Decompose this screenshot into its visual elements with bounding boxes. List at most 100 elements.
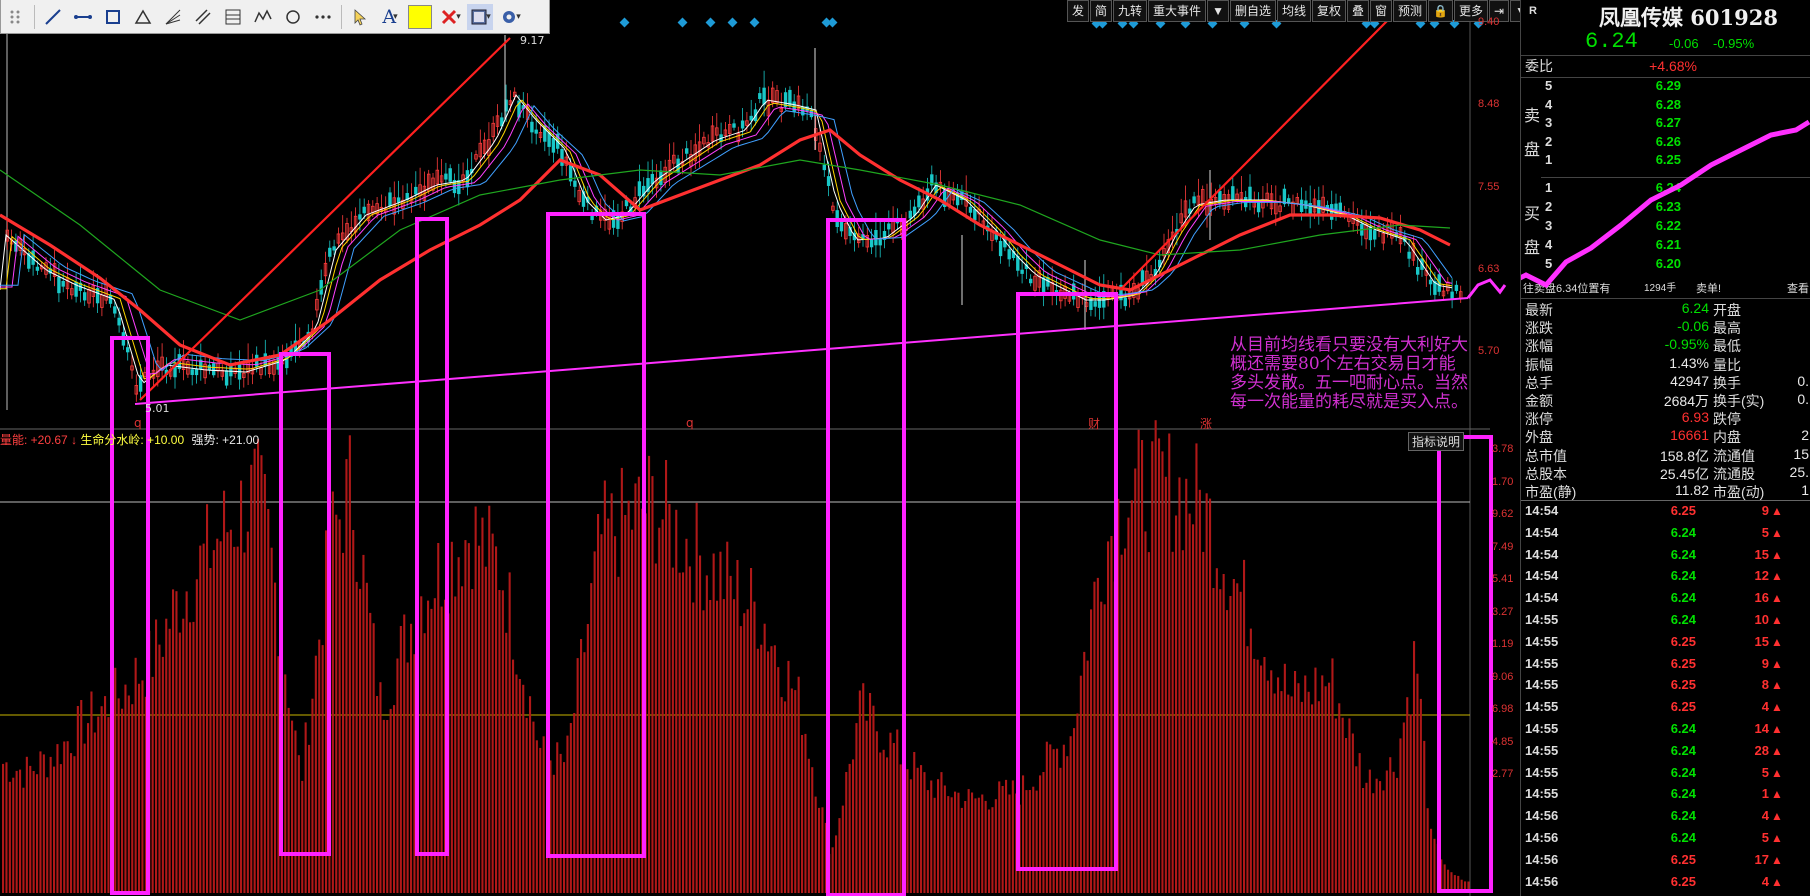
- grip-icon[interactable]: [3, 4, 29, 30]
- indicator-tick-label: 3.27: [1492, 605, 1514, 618]
- big-order-notice: 往卖盘6.34位置有 1294手 卖单! 查看: [1521, 280, 1810, 299]
- up-arrow-icon: ▲: [1771, 656, 1783, 671]
- menu-item-3[interactable]: 重大事件: [1148, 0, 1207, 22]
- stat-value: 6.24: [1681, 300, 1709, 316]
- up-arrow-icon: ▲: [1771, 765, 1783, 780]
- triangle-icon[interactable]: [130, 4, 156, 30]
- menu-item-11[interactable]: 🔒: [1428, 0, 1453, 22]
- ask-price: 6.26: [1655, 133, 1681, 149]
- tick-row: 14:54 6.25 9 ▲: [1521, 501, 1810, 521]
- indicator-header: 量能: +20.67 ↓ 生命分水岭: +10.00 强势: +21.00: [0, 431, 259, 448]
- menu-item-7[interactable]: 复权: [1311, 0, 1346, 22]
- notice-volume: 1294手: [1644, 283, 1677, 294]
- tick-price: 6.24: [1670, 808, 1696, 824]
- tick-price: 6.25: [1670, 851, 1696, 867]
- text-icon[interactable]: A ▾: [377, 4, 403, 30]
- tick-time: 14:54: [1525, 568, 1559, 584]
- ask-level: 3: [1545, 115, 1553, 130]
- wave-icon[interactable]: [250, 4, 276, 30]
- menu-item-5[interactable]: 删自选: [1229, 0, 1276, 22]
- ask-level: 1: [1545, 152, 1553, 167]
- indicator-bars: [2, 420, 1470, 893]
- tick-time: 14:54: [1525, 590, 1559, 606]
- indicator-help-button[interactable]: 指标说明: [1408, 432, 1465, 451]
- indicator-tick-label: 9.62: [1492, 508, 1514, 520]
- annotation-text[interactable]: 从目前均线看只要没有大利好大概还需要80个左右交易日才能多头发散。五一吧耐心点。…: [1230, 336, 1470, 412]
- highlight-box-7[interactable]: [1437, 435, 1493, 893]
- delete-icon[interactable]: ▾: [437, 4, 463, 30]
- tick-row: 14:55 6.25 15 ▲: [1521, 632, 1810, 652]
- more-icon[interactable]: [310, 4, 336, 30]
- menu-item-10[interactable]: 预测: [1393, 0, 1428, 22]
- menu-item-1[interactable]: 简: [1090, 0, 1113, 22]
- indicator-tick-label: 9.06: [1492, 670, 1514, 683]
- line-icon[interactable]: [40, 4, 66, 30]
- menu-item-6[interactable]: 均线: [1276, 0, 1311, 22]
- tick-row: 14:55 6.24 1 ▲: [1521, 784, 1810, 804]
- weibi-row: 委比 +4.68%: [1521, 57, 1810, 78]
- last-price: 6.24: [1585, 29, 1638, 54]
- stat-label: 涨停: [1525, 411, 1553, 428]
- menu-item-0[interactable]: 发: [1067, 0, 1090, 22]
- menu-item-8[interactable]: 叠: [1347, 0, 1370, 22]
- fibonacci-icon[interactable]: [220, 4, 246, 30]
- tick-price: 6.25: [1670, 655, 1696, 671]
- up-arrow-icon: ▲: [1771, 809, 1783, 824]
- quote-header: R 凤凰传媒 601928 6.24 -0.06 -0.95%: [1521, 0, 1810, 56]
- up-arrow-icon: ▲: [1771, 591, 1783, 606]
- ask-price: 6.27: [1655, 115, 1681, 130]
- menu-item-9[interactable]: 窗: [1370, 0, 1393, 22]
- tick-price: 6.24: [1670, 764, 1696, 780]
- bid-price: 6.23: [1655, 199, 1681, 214]
- tick-row: 14:55 6.25 9 ▲: [1521, 654, 1810, 674]
- trend-line-2[interactable]: [1119, 17, 1391, 291]
- yellow-color: [408, 4, 432, 29]
- stat-value-2: 0.: [1797, 391, 1809, 407]
- menu-item-4[interactable]: ▼: [1207, 0, 1229, 22]
- stat-value-2: 2: [1801, 427, 1809, 444]
- tick-row: 14:56 6.24 4 ▲: [1521, 806, 1810, 826]
- tag-q-1: q: [134, 416, 142, 430]
- stat-label: 外盘: [1525, 429, 1553, 446]
- tick-volume: 8: [1761, 677, 1769, 693]
- tick-volume: 9: [1761, 503, 1769, 518]
- parallel-icon[interactable]: [190, 4, 216, 30]
- projection-wave: [1466, 278, 1507, 299]
- tick-volume: 4: [1761, 808, 1769, 824]
- ask-price: 6.25: [1655, 152, 1681, 167]
- tick-divider: [1521, 500, 1810, 501]
- color-swatch[interactable]: [407, 4, 433, 30]
- rectangle-icon[interactable]: [100, 4, 126, 30]
- circle-icon[interactable]: [280, 4, 306, 30]
- bid-level: 4: [1545, 237, 1553, 252]
- tick-time: 14:55: [1525, 699, 1559, 715]
- ask-level: 5: [1545, 78, 1553, 93]
- kline-chart[interactable]: [0, 0, 1520, 896]
- indicator-tick-label: 6.98: [1492, 703, 1514, 715]
- tick-price: 6.24: [1670, 786, 1696, 802]
- segment-icon[interactable]: [70, 4, 96, 30]
- layout-icon[interactable]: ▾: [467, 3, 493, 30]
- fan-icon[interactable]: [160, 4, 186, 30]
- stock-name[interactable]: 凤凰传媒 601928: [1599, 2, 1778, 32]
- tick-price: 6.25: [1670, 503, 1696, 518]
- up-arrow-icon: ▲: [1771, 569, 1783, 584]
- stat-value: -0.95%: [1664, 336, 1709, 353]
- tick-time: 14:55: [1525, 612, 1559, 627]
- tick-row: 14:56 6.24 5 ▲: [1521, 828, 1810, 848]
- tick-row: 14:55 6.24 5 ▲: [1521, 763, 1810, 783]
- pointer-icon[interactable]: [347, 4, 373, 30]
- notice-view-button[interactable]: 查看: [1787, 280, 1809, 298]
- tick-row: 14:54 6.24 12 ▲: [1521, 566, 1810, 586]
- tick-price: 6.25: [1670, 699, 1696, 715]
- trend-line-1[interactable]: [139, 37, 511, 401]
- tick-volume: 15: [1754, 633, 1769, 649]
- tick-time: 14:55: [1525, 786, 1559, 802]
- ma60-red-line: [0, 128, 1451, 367]
- menu-item-2[interactable]: 九转: [1113, 0, 1148, 22]
- price-tick-label: 8.48: [1478, 98, 1500, 110]
- stat-label: 市盈(静): [1525, 484, 1577, 500]
- toolbar-divider: [34, 4, 35, 29]
- tick-row: 14:54 6.24 15 ▲: [1521, 545, 1810, 565]
- settings-icon[interactable]: ▾: [497, 4, 523, 30]
